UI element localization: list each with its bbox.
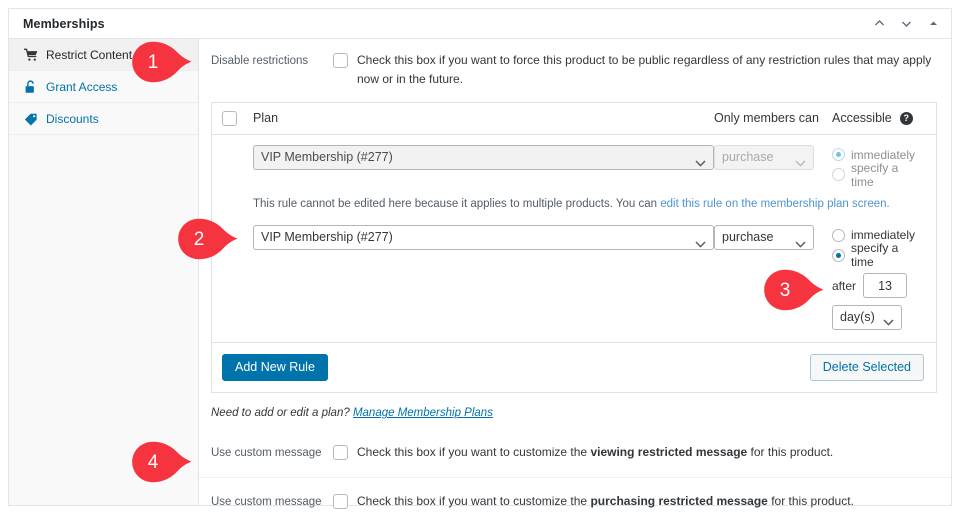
rules-table-wrap: Plan Only members can Accessible ? <box>199 102 951 393</box>
radio-label: immediately <box>851 228 915 242</box>
rule-2-unit-select[interactable]: day(s) <box>832 305 902 330</box>
rule-2-unit-line: day(s) <box>832 305 924 330</box>
restrict-content-panel: Disable restrictions Check this box if y… <box>199 39 951 505</box>
radio-label: immediately <box>851 148 915 162</box>
rule-2-after-amount-input[interactable] <box>863 273 907 298</box>
after-label: after <box>832 279 856 293</box>
rule-row-1: VIP Membership (#277) purchase <box>212 135 936 185</box>
manage-membership-plans-link[interactable]: Manage Membership Plans <box>353 407 493 419</box>
desc-pre: Check this box if you want to customize … <box>357 494 590 508</box>
custom-message-row-viewing: Use custom message Check this box if you… <box>199 429 951 476</box>
desc-post: for this product. <box>768 494 854 508</box>
radio-dot <box>832 229 845 242</box>
rule-2-plan-cell: VIP Membership (#277) <box>222 225 714 330</box>
restriction-rules-table: Plan Only members can Accessible ? <box>211 102 937 393</box>
metabox-body: Restrict Content Grant Access <box>9 39 951 505</box>
disable-restrictions-label: Disable restrictions <box>211 51 333 69</box>
tag-icon <box>23 111 38 126</box>
sidebar-item-label: Discounts <box>46 113 99 125</box>
column-header-only-members-can: Only members can <box>714 111 832 125</box>
radio-dot <box>832 148 845 161</box>
metabox-header: Memberships <box>9 9 951 39</box>
manage-plans-line: Need to add or edit a plan? Manage Membe… <box>199 393 951 419</box>
rule-row-2: VIP Membership (#277) purchase <box>212 213 936 330</box>
rules-table-footer: Add New Rule Delete Selected <box>212 342 936 392</box>
help-icon[interactable]: ? <box>900 112 913 125</box>
custom-message-viewing-label: Use custom message <box>211 443 333 461</box>
rule-2-after-line: after <box>832 273 924 298</box>
rule-2-plan-select[interactable]: VIP Membership (#277) <box>253 225 714 250</box>
manage-plans-text: Need to add or edit a plan? <box>211 407 350 419</box>
column-header-plan: Plan <box>253 111 714 125</box>
move-up-icon[interactable] <box>871 16 887 32</box>
desc-post: for this product. <box>747 445 833 459</box>
custom-message-row-purchasing: Use custom message Check this box if you… <box>199 477 951 514</box>
disable-restrictions-row: Disable restrictions Check this box if y… <box>199 39 951 102</box>
rule-2-action-select[interactable]: purchase <box>714 225 814 250</box>
custom-message-viewing-description: Check this box if you want to customize … <box>357 443 833 462</box>
sidebar-item-restrict-content[interactable]: Restrict Content <box>9 39 198 71</box>
rule-1-accessible-cell: immediately specify a time <box>832 145 924 185</box>
desc-bold: purchasing restricted message <box>590 494 767 508</box>
sidebar-item-label: Grant Access <box>46 81 117 93</box>
cart-icon <box>23 47 38 62</box>
disable-restrictions-checkbox[interactable] <box>333 53 348 68</box>
rule-1-plan-select[interactable]: VIP Membership (#277) <box>253 145 714 170</box>
sidebar-item-grant-access[interactable]: Grant Access <box>9 71 198 103</box>
sidebar-item-label: Restrict Content <box>46 49 132 61</box>
delete-selected-button[interactable]: Delete Selected <box>810 354 924 381</box>
column-header-accessible: Accessible ? <box>832 111 924 125</box>
screenshot-root: Memberships <box>0 0 960 514</box>
edit-rule-link[interactable]: edit this rule on the membership plan sc… <box>660 198 889 210</box>
radio-dot <box>832 168 845 181</box>
custom-message-viewing-checkbox[interactable] <box>333 445 348 460</box>
rule-2-action-cell: purchase <box>714 225 832 330</box>
rule-2-accessible-cell: immediately specify a time after <box>832 225 924 330</box>
sidebar-item-discounts[interactable]: Discounts <box>9 103 198 135</box>
rule-2-radio-specify-time[interactable]: specify a time <box>832 245 924 265</box>
radio-dot <box>832 249 845 262</box>
desc-pre: Check this box if you want to customize … <box>357 445 590 459</box>
page-title: Memberships <box>23 17 871 31</box>
add-new-rule-button[interactable]: Add New Rule <box>222 354 328 381</box>
custom-message-purchasing-checkbox[interactable] <box>333 494 348 509</box>
metabox-handle-group <box>871 16 941 32</box>
rule-1-note-text: This rule cannot be edited here because … <box>253 198 660 210</box>
rule-1-note: This rule cannot be edited here because … <box>212 185 936 213</box>
disable-restrictions-description: Check this box if you want to force this… <box>357 51 937 90</box>
rule-1-action-select: purchase <box>714 145 814 170</box>
rule-1-radio-specify-time: specify a time <box>832 165 924 185</box>
radio-label: specify a time <box>851 161 924 189</box>
desc-bold: viewing restricted message <box>590 445 747 459</box>
rule-1-plan-cell: VIP Membership (#277) <box>222 145 714 185</box>
rules-table-header: Plan Only members can Accessible ? <box>212 103 936 135</box>
radio-label: specify a time <box>851 241 924 269</box>
settings-sidebar: Restrict Content Grant Access <box>9 39 199 505</box>
column-header-accessible-label: Accessible <box>832 111 892 125</box>
toggle-panel-icon[interactable] <box>925 16 941 32</box>
select-all-checkbox[interactable] <box>222 111 237 126</box>
unlock-icon <box>23 79 38 94</box>
memberships-metabox: Memberships <box>8 8 952 506</box>
rule-1-action-cell: purchase <box>714 145 832 185</box>
custom-message-purchasing-label: Use custom message <box>211 492 333 510</box>
custom-message-purchasing-description: Check this box if you want to customize … <box>357 492 854 511</box>
move-down-icon[interactable] <box>898 16 914 32</box>
